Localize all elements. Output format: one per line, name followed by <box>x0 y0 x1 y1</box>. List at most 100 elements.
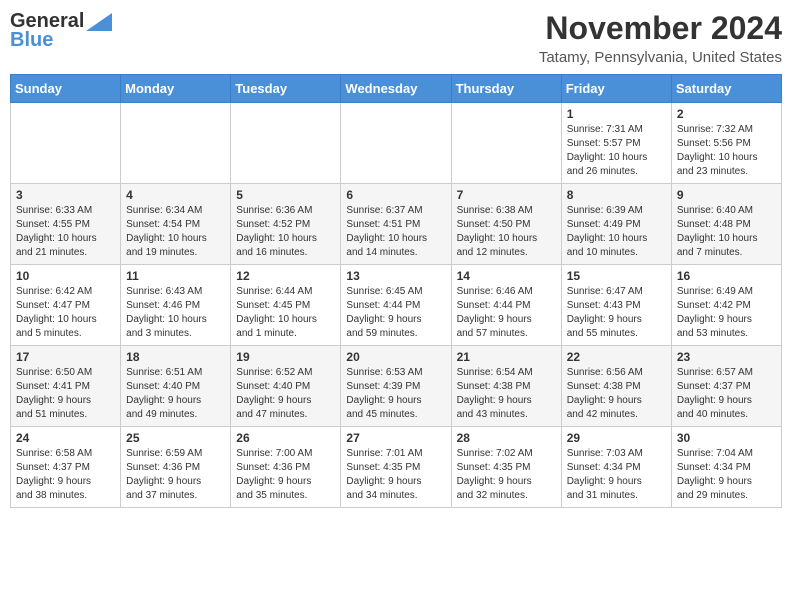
day-number: 15 <box>567 269 666 283</box>
day-number: 23 <box>677 350 776 364</box>
day-number: 21 <box>457 350 556 364</box>
calendar-cell: 13Sunrise: 6:45 AM Sunset: 4:44 PM Dayli… <box>341 265 451 346</box>
day-info: Sunrise: 7:02 AM Sunset: 4:35 PM Dayligh… <box>457 447 556 503</box>
day-info: Sunrise: 7:01 AM Sunset: 4:35 PM Dayligh… <box>346 447 445 503</box>
calendar-cell: 16Sunrise: 6:49 AM Sunset: 4:42 PM Dayli… <box>671 265 781 346</box>
day-header-monday: Monday <box>121 75 231 103</box>
calendar-cell: 12 Sunrise: 6:44 AM Sunset: 4:45 PM Dayli… <box>231 265 341 346</box>
calendar-cell: 27Sunrise: 7:01 AM Sunset: 4:35 PM Dayli… <box>341 427 451 508</box>
day-number: 2 <box>677 107 776 121</box>
day-info: Sunrise: 6:47 AM Sunset: 4:43 PM Dayligh… <box>567 285 666 341</box>
day-number: 30 <box>677 431 776 445</box>
day-info: Sunrise: 6:37 AM Sunset: 4:51 PM Dayligh… <box>346 204 445 260</box>
location-subtitle: Tatamy, Pennsylvania, United States <box>539 49 782 66</box>
day-number: 9 <box>677 188 776 202</box>
day-info: Sunrise: 6:59 AM Sunset: 4:36 PM Dayligh… <box>126 447 225 503</box>
calendar-cell: 22 Sunrise: 6:56 AM Sunset: 4:38 PM Dayli… <box>561 346 671 427</box>
day-header-sunday: Sunday <box>11 75 121 103</box>
day-info: Sunrise: 6:46 AM Sunset: 4:44 PM Dayligh… <box>457 285 556 341</box>
calendar-cell: 9Sunrise: 6:40 AM Sunset: 4:48 PM Daylig… <box>671 184 781 265</box>
calendar-cell: 11 Sunrise: 6:43 AM Sunset: 4:46 PM Dayli… <box>121 265 231 346</box>
calendar-cell: 4 Sunrise: 6:34 AM Sunset: 4:54 PM Daylig… <box>121 184 231 265</box>
day-number: 26 <box>236 431 335 445</box>
day-info: Sunrise: 6:34 AM Sunset: 4:54 PM Dayligh… <box>126 204 225 260</box>
calendar-cell: 19 Sunrise: 6:52 AM Sunset: 4:40 PM Dayli… <box>231 346 341 427</box>
calendar-header-row: SundayMondayTuesdayWednesdayThursdayFrid… <box>11 75 782 103</box>
day-info: Sunrise: 7:32 AM Sunset: 5:56 PM Dayligh… <box>677 123 776 179</box>
day-number: 8 <box>567 188 666 202</box>
day-info: Sunrise: 6:54 AM Sunset: 4:38 PM Dayligh… <box>457 366 556 422</box>
calendar-cell: 26 Sunrise: 7:00 AM Sunset: 4:36 PM Dayli… <box>231 427 341 508</box>
day-number: 25 <box>126 431 225 445</box>
calendar-week-3: 10 Sunrise: 6:42 AM Sunset: 4:47 PM Dayli… <box>11 265 782 346</box>
calendar-week-2: 3 Sunrise: 6:33 AM Sunset: 4:55 PM Daylig… <box>11 184 782 265</box>
day-header-wednesday: Wednesday <box>341 75 451 103</box>
calendar-table: SundayMondayTuesdayWednesdayThursdayFrid… <box>10 74 782 508</box>
logo-icon <box>86 13 112 31</box>
day-info: Sunrise: 7:00 AM Sunset: 4:36 PM Dayligh… <box>236 447 335 503</box>
day-info: Sunrise: 6:53 AM Sunset: 4:39 PM Dayligh… <box>346 366 445 422</box>
day-number: 18 <box>126 350 225 364</box>
calendar-cell <box>11 103 121 184</box>
day-number: 5 <box>236 188 335 202</box>
calendar-cell: 3 Sunrise: 6:33 AM Sunset: 4:55 PM Daylig… <box>11 184 121 265</box>
day-number: 22 <box>567 350 666 364</box>
day-number: 11 <box>126 269 225 283</box>
day-number: 28 <box>457 431 556 445</box>
day-info: Sunrise: 6:42 AM Sunset: 4:47 PM Dayligh… <box>16 285 115 341</box>
day-info: Sunrise: 6:43 AM Sunset: 4:46 PM Dayligh… <box>126 285 225 341</box>
day-header-saturday: Saturday <box>671 75 781 103</box>
calendar-cell <box>231 103 341 184</box>
calendar-cell: 10 Sunrise: 6:42 AM Sunset: 4:47 PM Dayli… <box>11 265 121 346</box>
day-info: Sunrise: 6:57 AM Sunset: 4:37 PM Dayligh… <box>677 366 776 422</box>
calendar-cell: 15 Sunrise: 6:47 AM Sunset: 4:43 PM Dayli… <box>561 265 671 346</box>
calendar-cell <box>121 103 231 184</box>
calendar-cell: 20 Sunrise: 6:53 AM Sunset: 4:39 PM Dayli… <box>341 346 451 427</box>
day-info: Sunrise: 6:33 AM Sunset: 4:55 PM Dayligh… <box>16 204 115 260</box>
day-number: 20 <box>346 350 445 364</box>
calendar-week-4: 17Sunrise: 6:50 AM Sunset: 4:41 PM Dayli… <box>11 346 782 427</box>
day-number: 7 <box>457 188 556 202</box>
day-info: Sunrise: 7:31 AM Sunset: 5:57 PM Dayligh… <box>567 123 666 179</box>
day-info: Sunrise: 6:49 AM Sunset: 4:42 PM Dayligh… <box>677 285 776 341</box>
calendar-cell: 5Sunrise: 6:36 AM Sunset: 4:52 PM Daylig… <box>231 184 341 265</box>
day-number: 3 <box>16 188 115 202</box>
day-header-friday: Friday <box>561 75 671 103</box>
day-number: 10 <box>16 269 115 283</box>
day-number: 13 <box>346 269 445 283</box>
day-header-thursday: Thursday <box>451 75 561 103</box>
day-info: Sunrise: 6:39 AM Sunset: 4:49 PM Dayligh… <box>567 204 666 260</box>
calendar-cell: 18Sunrise: 6:51 AM Sunset: 4:40 PM Dayli… <box>121 346 231 427</box>
calendar-cell: 2 Sunrise: 7:32 AM Sunset: 5:56 PM Daylig… <box>671 103 781 184</box>
day-number: 29 <box>567 431 666 445</box>
day-info: Sunrise: 6:44 AM Sunset: 4:45 PM Dayligh… <box>236 285 335 341</box>
day-header-tuesday: Tuesday <box>231 75 341 103</box>
title-section: November 2024 Tatamy, Pennsylvania, Unit… <box>539 10 782 66</box>
calendar-cell: 14 Sunrise: 6:46 AM Sunset: 4:44 PM Dayli… <box>451 265 561 346</box>
day-number: 6 <box>346 188 445 202</box>
day-number: 4 <box>126 188 225 202</box>
calendar-cell: 1 Sunrise: 7:31 AM Sunset: 5:57 PM Daylig… <box>561 103 671 184</box>
day-number: 12 <box>236 269 335 283</box>
day-info: Sunrise: 7:04 AM Sunset: 4:34 PM Dayligh… <box>677 447 776 503</box>
calendar-cell: 17Sunrise: 6:50 AM Sunset: 4:41 PM Dayli… <box>11 346 121 427</box>
calendar-cell: 25 Sunrise: 6:59 AM Sunset: 4:36 PM Dayli… <box>121 427 231 508</box>
day-number: 24 <box>16 431 115 445</box>
calendar-cell: 24Sunrise: 6:58 AM Sunset: 4:37 PM Dayli… <box>11 427 121 508</box>
calendar-cell: 23 Sunrise: 6:57 AM Sunset: 4:37 PM Dayli… <box>671 346 781 427</box>
day-number: 14 <box>457 269 556 283</box>
day-info: Sunrise: 6:56 AM Sunset: 4:38 PM Dayligh… <box>567 366 666 422</box>
day-info: Sunrise: 6:38 AM Sunset: 4:50 PM Dayligh… <box>457 204 556 260</box>
month-title: November 2024 <box>539 10 782 47</box>
calendar-cell <box>451 103 561 184</box>
calendar-cell <box>341 103 451 184</box>
day-number: 19 <box>236 350 335 364</box>
logo-blue: Blue <box>10 29 53 52</box>
calendar-cell: 30 Sunrise: 7:04 AM Sunset: 4:34 PM Dayli… <box>671 427 781 508</box>
day-number: 1 <box>567 107 666 121</box>
day-info: Sunrise: 6:52 AM Sunset: 4:40 PM Dayligh… <box>236 366 335 422</box>
calendar-cell: 8 Sunrise: 6:39 AM Sunset: 4:49 PM Daylig… <box>561 184 671 265</box>
calendar-week-1: 1 Sunrise: 7:31 AM Sunset: 5:57 PM Daylig… <box>11 103 782 184</box>
calendar-cell: 29Sunrise: 7:03 AM Sunset: 4:34 PM Dayli… <box>561 427 671 508</box>
calendar-cell: 28 Sunrise: 7:02 AM Sunset: 4:35 PM Dayli… <box>451 427 561 508</box>
